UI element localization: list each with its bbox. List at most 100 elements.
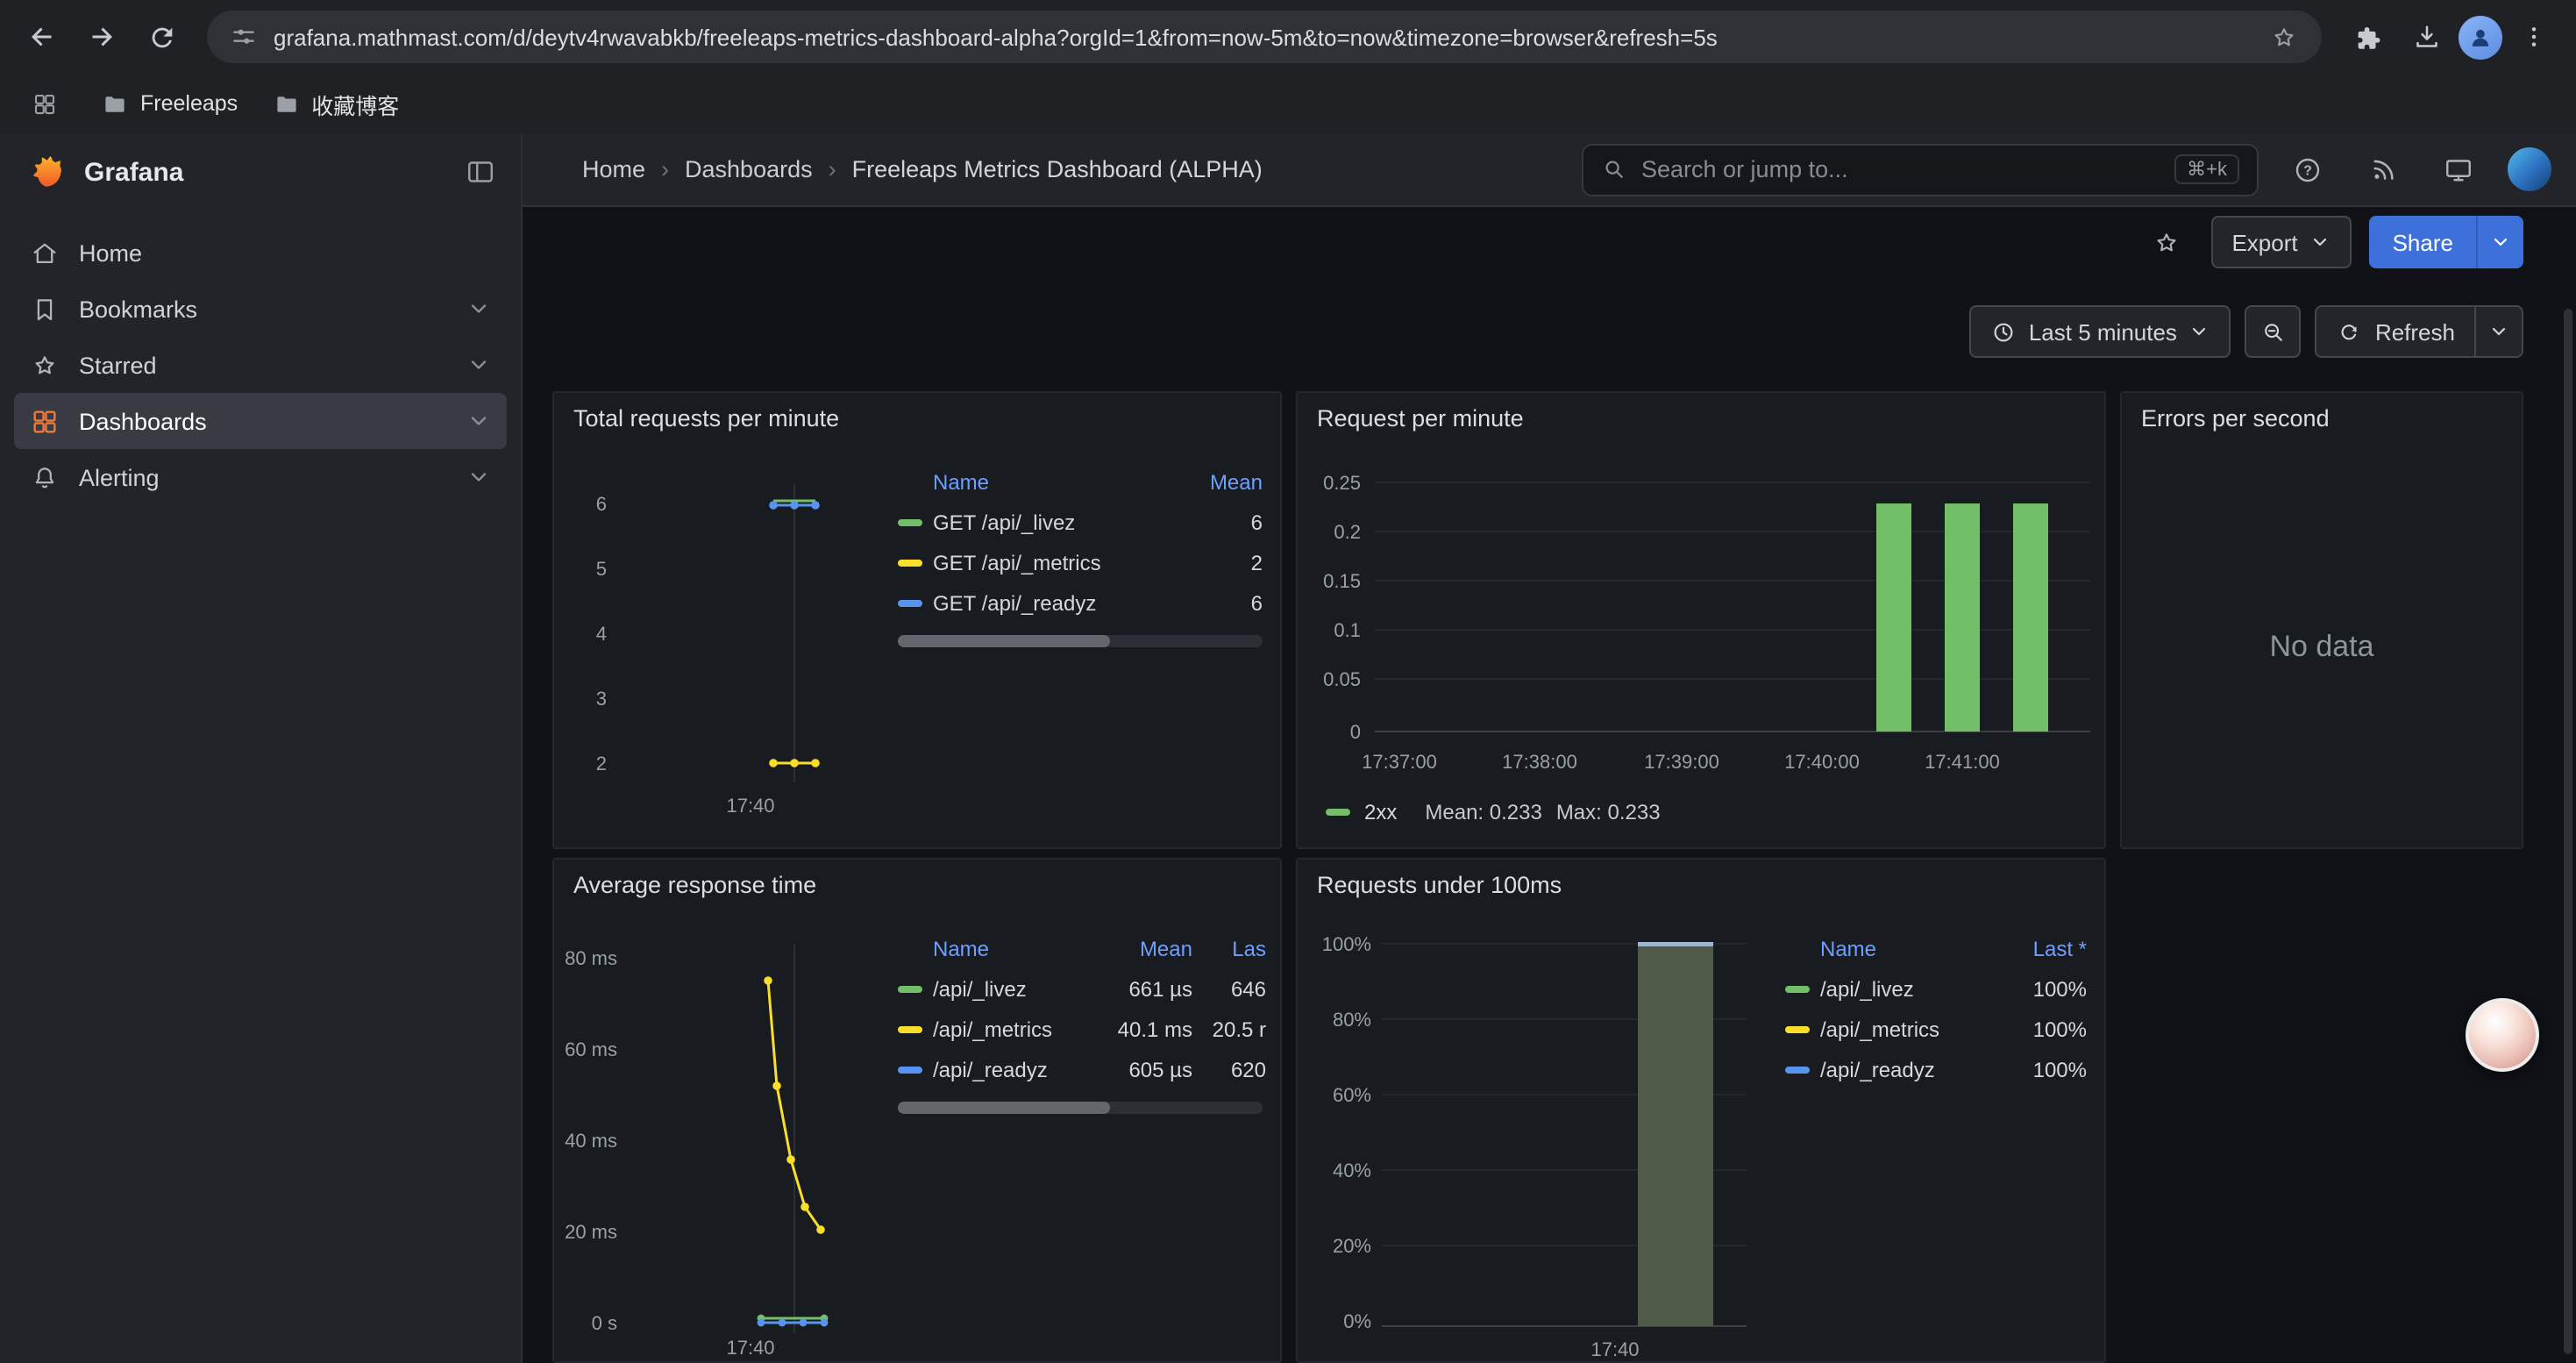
puzzle-icon (2352, 22, 2382, 52)
legend-row[interactable]: GET /api/_readyz 6 (898, 582, 1263, 623)
news-rss-icon[interactable] (2357, 143, 2409, 196)
chevron-down-icon[interactable] (466, 296, 491, 321)
legend-header-name[interactable]: Name (1820, 937, 2003, 961)
legend-series-name[interactable]: 2xx (1364, 800, 1397, 824)
legend-row[interactable]: /api/_readyz 100% (1785, 1049, 2087, 1089)
sidebar-item-starred[interactable]: Starred (14, 337, 507, 393)
share-button[interactable]: Share (2370, 216, 2476, 268)
refresh-interval-caret[interactable] (2476, 305, 2523, 358)
request-per-minute-chart: 0.25 0.2 0.15 0.1 0.05 0 (1305, 446, 2097, 789)
browser-profile-avatar[interactable] (2459, 15, 2502, 59)
browser-back-button[interactable] (14, 9, 70, 65)
legend-row[interactable]: /api/_metrics 40.1 ms 20.5 r (898, 1009, 1266, 1049)
svg-text:6: 6 (596, 493, 607, 515)
url-bar[interactable]: grafana.mathmast.com/d/deytv4rwavabkb/fr… (207, 11, 2322, 63)
extensions-icon[interactable] (2339, 9, 2395, 65)
chevron-down-icon[interactable] (466, 409, 491, 433)
svg-text:80%: 80% (1333, 1009, 1371, 1031)
legend-header-last[interactable]: Las (1192, 937, 1266, 961)
downloads-icon[interactable] (2399, 9, 2455, 65)
scrollbar-thumb[interactable] (898, 635, 1109, 647)
folder-icon (273, 90, 299, 117)
user-avatar[interactable] (2508, 147, 2551, 191)
x-axis-tick: 17:40 (726, 795, 774, 817)
apps-grid-icon[interactable] (21, 81, 67, 126)
legend-header-name[interactable]: Name (933, 937, 1091, 961)
chevron-down-icon[interactable] (466, 353, 491, 377)
legend-header-mean[interactable]: Mean (1091, 937, 1192, 961)
series-color-swatch (898, 985, 922, 992)
sidebar-toggle-icon[interactable] (465, 156, 496, 188)
time-range-label: Last 5 minutes (2029, 318, 2177, 345)
chevron-down-icon[interactable] (466, 465, 491, 489)
time-range-picker[interactable]: Last 5 minutes (1969, 305, 2231, 358)
share-dropdown-caret[interactable] (2476, 216, 2523, 268)
panel-title[interactable]: Total requests per minute (573, 405, 839, 432)
page-scrollbar[interactable] (2564, 309, 2572, 1354)
series-readyz-line (769, 501, 820, 510)
browser-forward-button[interactable] (74, 9, 130, 65)
breadcrumb-home[interactable]: Home (582, 156, 645, 182)
bookmark-folder-freeleaps[interactable]: Freeleaps (102, 90, 238, 117)
zoom-out-icon[interactable] (2245, 305, 2302, 358)
sidebar-item-alerting[interactable]: Alerting (14, 449, 507, 505)
browser-menu-icon[interactable] (2506, 9, 2562, 65)
breadcrumb-dashboards[interactable]: Dashboards (685, 156, 813, 182)
legend-header-row: Name Last * (1785, 930, 2087, 968)
assistant-avatar[interactable] (2466, 998, 2539, 1072)
legend-header-row: Name Mean (898, 463, 1263, 502)
legend-row[interactable]: GET /api/_livez 6 (898, 502, 1263, 542)
forward-arrow-icon (86, 21, 117, 53)
sidebar-item-bookmarks[interactable]: Bookmarks (14, 281, 507, 337)
refresh-button[interactable]: Refresh (2316, 305, 2476, 358)
bookmark-star-icon[interactable] (2269, 22, 2299, 52)
legend-row[interactable]: /api/_metrics 100% (1785, 1009, 2087, 1049)
svg-text:17:41:00: 17:41:00 (1925, 751, 2000, 773)
display-icon[interactable] (2432, 143, 2485, 196)
legend-header-last[interactable]: Last * (2003, 937, 2087, 961)
bookmark-folder-blog[interactable]: 收藏博客 (273, 87, 399, 120)
svg-text:80 ms: 80 ms (565, 947, 617, 969)
share-label: Share (2393, 229, 2453, 255)
legend-table: Name Mean Las /api/_livez 661 µs 646 /ap… (898, 930, 1266, 1089)
svg-text:20 ms: 20 ms (565, 1221, 617, 1243)
panel-title[interactable]: Average response time (573, 872, 816, 898)
panel-title[interactable]: Errors per second (2141, 405, 2330, 432)
legend-row[interactable]: GET /api/_metrics 2 (898, 542, 1263, 582)
series-color-swatch (1326, 809, 1350, 816)
legend-header-name[interactable]: Name (933, 470, 1178, 495)
series-color-swatch (898, 559, 922, 566)
legend-row[interactable]: /api/_livez 100% (1785, 968, 2087, 1009)
favorite-star-icon[interactable] (2140, 216, 2193, 268)
legend-row[interactable]: /api/_readyz 605 µs 620 (898, 1049, 1266, 1089)
site-info-icon[interactable] (230, 23, 258, 51)
x-axis-tick: 17:40 (1590, 1338, 1639, 1360)
grafana-logo[interactable] (25, 151, 67, 193)
legend-scrollbar[interactable] (898, 635, 1263, 647)
svg-text:17:38:00: 17:38:00 (1502, 751, 1577, 773)
panel-request-per-minute: Request per minute 0.25 0.2 0.15 0.1 0.0… (1296, 391, 2106, 849)
panel-title[interactable]: Request per minute (1317, 405, 1524, 432)
browser-reload-button[interactable] (133, 9, 189, 65)
bookmark-label: 收藏博客 (311, 87, 399, 120)
legend-max: Max: 0.233 (1556, 800, 1661, 824)
sidebar-item-label: Alerting (79, 464, 160, 490)
sidebar-item-home[interactable]: Home (14, 225, 507, 281)
panel-title[interactable]: Requests under 100ms (1317, 872, 1562, 898)
search-input[interactable]: Search or jump to... ⌘+k (1582, 143, 2259, 196)
percent-bar (1638, 942, 1713, 1326)
breadcrumb: Home › Dashboards › Freeleaps Metrics Da… (547, 156, 1263, 182)
reload-icon (146, 22, 176, 52)
svg-text:60 ms: 60 ms (565, 1038, 617, 1060)
y-axis: 80 ms 60 ms 40 ms 20 ms 0 s (565, 947, 617, 1334)
help-icon[interactable]: ? (2281, 143, 2334, 196)
sidebar-item-dashboards[interactable]: Dashboards (14, 393, 507, 449)
legend-header-mean[interactable]: Mean (1178, 470, 1263, 495)
scrollbar-thumb[interactable] (898, 1102, 1109, 1114)
avg-response-chart: 80 ms 60 ms 40 ms 20 ms 0 s (565, 916, 898, 1361)
export-button[interactable]: Export (2210, 216, 2352, 268)
legend-row[interactable]: /api/_livez 661 µs 646 (898, 968, 1266, 1009)
legend-scrollbar[interactable] (898, 1102, 1263, 1114)
svg-text:0.25: 0.25 (1323, 472, 1361, 494)
svg-text:0: 0 (1350, 721, 1361, 743)
